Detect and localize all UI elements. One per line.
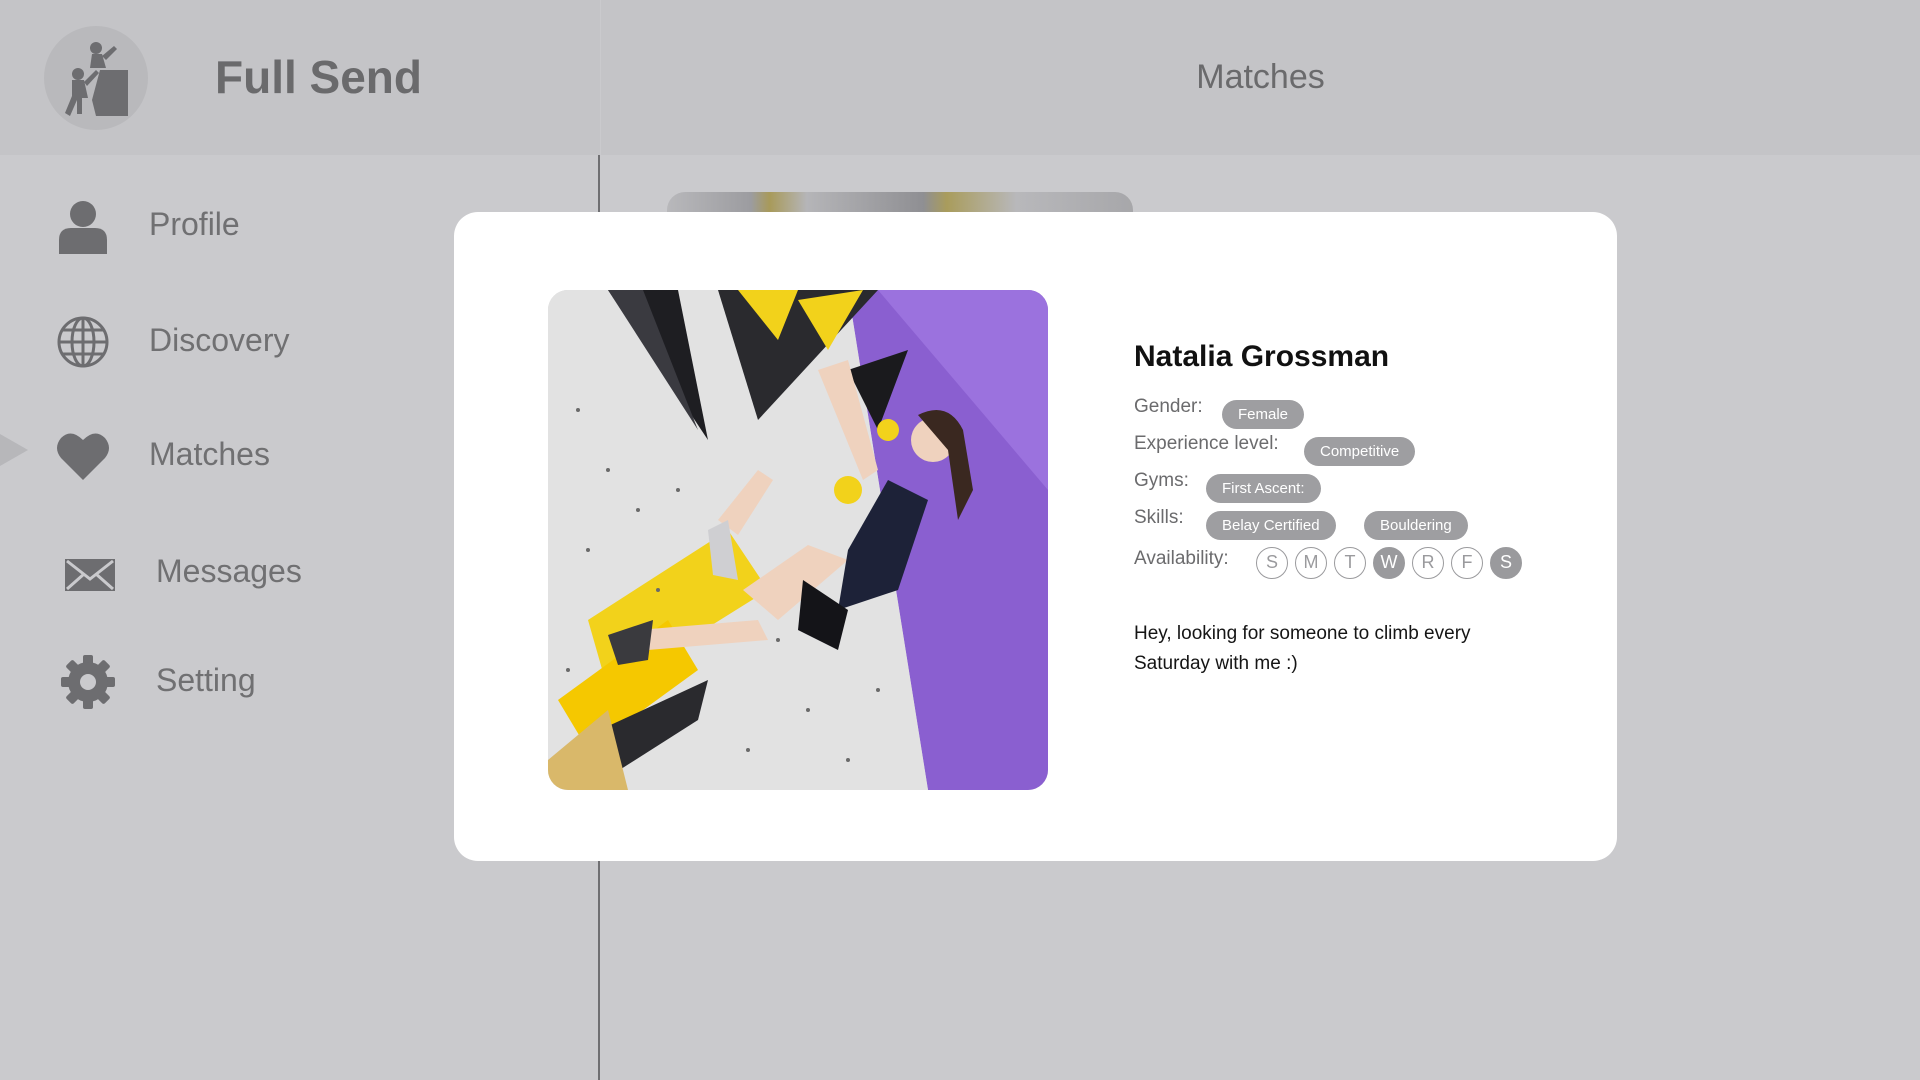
experience-row: Experience level: Competitive [1134, 431, 1574, 468]
sidebar-item-label: Matches [149, 436, 270, 472]
logo[interactable] [44, 26, 148, 130]
gender-tag: Female [1222, 400, 1305, 429]
day-indicator: F [1451, 547, 1483, 579]
skill-tag: Bouldering [1364, 511, 1468, 540]
skills-row: Skills: Belay Certified Bouldering [1134, 505, 1574, 542]
gyms-label: Gyms: [1134, 470, 1189, 491]
availability-row: Availability: S M T W R F S [1134, 542, 1574, 582]
day-indicator: S [1490, 547, 1522, 579]
gender-row: Gender: Female [1134, 394, 1574, 431]
skill-tag: Belay Certified [1206, 511, 1336, 540]
top-bar: Matches [601, 0, 1920, 155]
page-title: Matches [1196, 58, 1325, 96]
gear-icon [61, 655, 115, 709]
day-indicator: S [1256, 547, 1288, 579]
experience-tag: Competitive [1304, 437, 1416, 466]
skills-label: Skills: [1134, 507, 1184, 528]
gyms-row: Gyms: First Ascent: [1134, 468, 1574, 505]
globe-icon [57, 316, 109, 368]
climber-photo [548, 290, 1048, 790]
sidebar-item-label: Setting [156, 662, 256, 698]
match-profile-modal: Natalia Grossman Gender: Female Experien… [454, 212, 1617, 861]
climbers-logo-icon [65, 42, 128, 116]
day-indicator: M [1295, 547, 1327, 579]
day-indicator: R [1412, 547, 1444, 579]
gender-label: Gender: [1134, 396, 1203, 417]
sidebar-item-label: Profile [149, 206, 240, 242]
envelope-icon [65, 559, 115, 591]
availability-label: Availability: [1134, 548, 1229, 569]
match-name: Natalia Grossman [1134, 340, 1390, 373]
match-photo [548, 290, 1048, 790]
app-name: Full Send [215, 51, 422, 103]
day-indicator: W [1373, 547, 1405, 579]
day-indicator: T [1334, 547, 1366, 579]
experience-label: Experience level: [1134, 433, 1279, 454]
gym-tag: First Ascent: [1206, 474, 1321, 503]
brand-header: Full Send [0, 0, 600, 155]
sidebar-item-label: Discovery [149, 322, 290, 358]
match-bio: Hey, looking for someone to climb every … [1134, 623, 1471, 674]
match-info: Natalia Grossman Gender: Female Experien… [1134, 340, 1574, 582]
user-icon [59, 201, 107, 254]
sidebar-item-label: Messages [156, 553, 302, 589]
heart-icon [57, 433, 109, 480]
